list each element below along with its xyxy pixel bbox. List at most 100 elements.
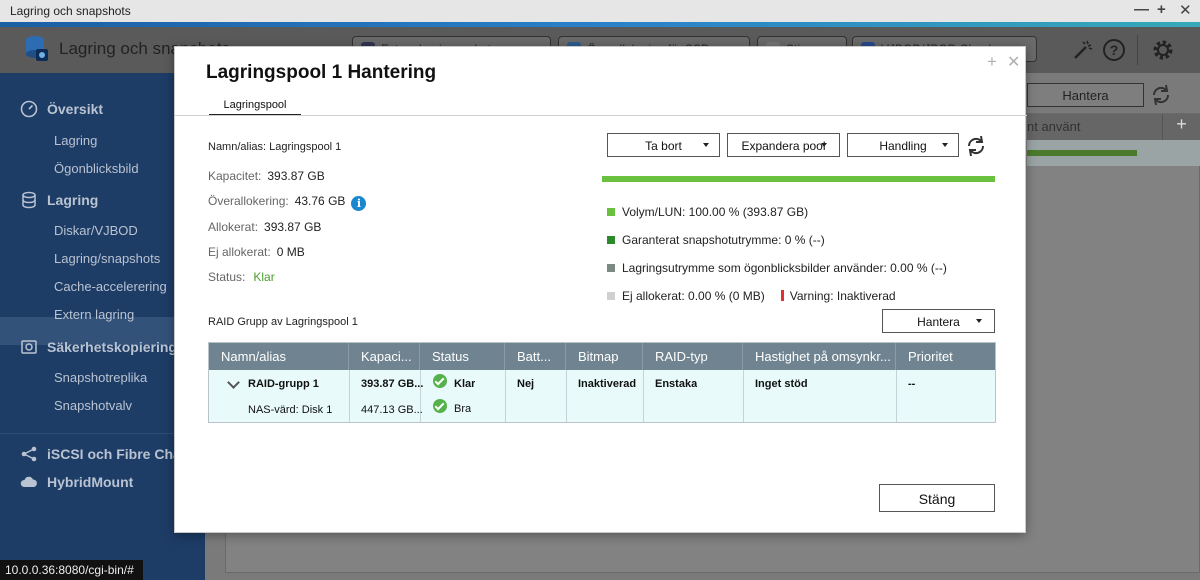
status-url: 10.0.0.36:8080/cgi-bin/#	[0, 560, 143, 580]
raid-group-capacity: 393.87 GB...	[361, 378, 424, 390]
column-name[interactable]: Namn/alias	[209, 343, 349, 370]
tab-divider	[175, 115, 1027, 116]
sidebar-item-cache[interactable]: Cache-accelerering	[54, 279, 167, 294]
dialog-close-icon[interactable]: ✕	[1007, 52, 1020, 72]
refresh-icon-background[interactable]	[1150, 82, 1172, 108]
raid-group-battery: Nej	[517, 378, 535, 390]
add-column-button[interactable]: +	[1162, 114, 1200, 140]
raid-group-status: Klar	[454, 378, 476, 390]
legend-unallocated: Ej allokerat: 0.00 % (0 MB) Varning: Inak…	[607, 289, 896, 303]
minimize-icon[interactable]: —	[1134, 1, 1149, 18]
disk-capacity: 447.13 GB...	[361, 404, 423, 416]
usage-bar	[1027, 150, 1137, 156]
backup-icon	[21, 340, 37, 354]
sidebar-section-storage[interactable]: Lagring	[20, 191, 98, 209]
wand-icon[interactable]	[1070, 37, 1096, 63]
legend-guaranteed-snapshot: Garanterat snapshotutrymme: 0 % (--)	[607, 233, 825, 247]
dialog-maximize-icon[interactable]: +	[987, 52, 997, 72]
pool-name-alias: Namn/alias: Lagringspool 1	[208, 141, 342, 153]
sidebar-item-snapshot-replica[interactable]: Snapshotreplika	[54, 370, 147, 385]
column-separator	[896, 370, 897, 422]
column-separator	[349, 370, 350, 422]
field-overallocation: Överallokering: 43.76 GB i	[208, 194, 367, 211]
raid-manage-dropdown[interactable]: Hantera	[882, 309, 995, 333]
disk-name[interactable]: NAS-värd: Disk 1	[248, 404, 332, 416]
manage-button-background[interactable]: Hantera	[1027, 83, 1144, 107]
raid-group-name[interactable]: RAID-grupp 1	[248, 378, 319, 390]
column-separator	[505, 370, 506, 422]
warning-marker	[780, 290, 784, 301]
action-dropdown[interactable]: Handling	[847, 133, 959, 157]
field-unallocated: Ej allokerat: 0 MB	[208, 245, 305, 259]
legend-swatch	[607, 208, 615, 216]
disk-status: Bra	[454, 403, 472, 415]
window-titlebar: Lagring och snapshots — + ✕	[0, 0, 1200, 22]
legend-swatch	[607, 236, 615, 244]
column-priority[interactable]: Prioritet	[896, 343, 995, 370]
column-bitmap[interactable]: Bitmap	[566, 343, 643, 370]
share-icon	[21, 446, 37, 462]
close-window-icon[interactable]: ✕	[1179, 1, 1192, 19]
sidebar-section-hybridmount[interactable]: HybridMount	[20, 473, 133, 491]
column-resync-speed[interactable]: Hastighet på omsynkr...	[743, 343, 896, 370]
legend-snapshot-usage: Lagringsutrymme som ögonblicksbilder anv…	[607, 261, 947, 275]
expand-pool-dropdown[interactable]: Expandera pool	[727, 133, 840, 157]
sidebar-item-disks[interactable]: Diskar/VJBOD	[54, 223, 138, 238]
sidebar-item-storage[interactable]: Lagring	[54, 133, 97, 148]
caret-down-icon	[976, 319, 982, 323]
column-separator	[566, 370, 567, 422]
close-button[interactable]: Stäng	[879, 484, 995, 512]
legend-swatch	[607, 264, 615, 272]
pool-management-dialog: Lagringspool 1 Hantering + ✕ Lagringspoo…	[174, 46, 1027, 533]
raid-group-bitmap: Inaktiverad	[578, 378, 637, 390]
raid-group-priority: --	[908, 378, 916, 390]
maximize-icon[interactable]: +	[1157, 1, 1166, 18]
tab-storage-pool[interactable]: Lagringspool	[209, 99, 301, 116]
raid-group-label: RAID Grupp av Lagringspool 1	[208, 316, 358, 328]
help-icon[interactable]: ?	[1101, 37, 1127, 63]
raid-group-type: Enstaka	[655, 378, 698, 390]
database-icon	[22, 191, 36, 209]
column-separator	[743, 370, 744, 422]
legend-volume: Volym/LUN: 100.00 % (393.87 GB)	[607, 205, 808, 219]
info-icon[interactable]: i	[351, 196, 367, 211]
field-allocated: Allokerat: 393.87 GB	[208, 220, 322, 234]
raid-group-resync-speed: Inget stöd	[755, 378, 808, 390]
column-separator	[643, 370, 644, 422]
field-status: Status: Klar	[208, 270, 275, 284]
warning-text: Varning: Inaktiverad	[789, 289, 896, 303]
caret-down-icon	[703, 143, 709, 147]
column-raid-type[interactable]: RAID-typ	[643, 343, 743, 370]
caret-down-icon	[942, 143, 948, 147]
storage-app-icon	[26, 36, 48, 61]
raid-group-table: Namn/alias Kapaci... Status Batt... Bitm…	[208, 342, 996, 423]
gear-icon[interactable]	[1150, 37, 1176, 63]
column-battery[interactable]: Batt...	[505, 343, 566, 370]
capacity-bar	[602, 176, 995, 182]
field-capacity: Kapacitet: 393.87 GB	[208, 169, 325, 183]
remove-dropdown[interactable]: Ta bort	[607, 133, 720, 157]
legend-swatch	[607, 292, 615, 300]
dialog-title: Lagringspool 1 Hantering	[206, 62, 437, 83]
sidebar-item-snapshot-vault[interactable]: Snapshotvalv	[54, 398, 132, 413]
check-circle-icon	[433, 374, 447, 388]
svg-text:?: ?	[1110, 42, 1119, 58]
sidebar-section-overview[interactable]: Översikt	[20, 100, 103, 118]
sidebar-item-storage-snapshots[interactable]: Lagring/snapshots	[54, 251, 160, 266]
sidebar-item-snapshot[interactable]: Ögonblicksbild	[54, 161, 139, 176]
refresh-icon[interactable]	[965, 134, 987, 158]
caret-down-icon	[821, 143, 827, 147]
background-table-header: nt använt +	[1027, 114, 1200, 140]
window-title: Lagring och snapshots	[10, 4, 131, 18]
status-badge: Klar	[253, 270, 275, 284]
sidebar-item-external-storage[interactable]: Extern lagring	[54, 307, 134, 322]
speedometer-icon	[20, 100, 38, 118]
column-used: nt använt	[1027, 119, 1081, 134]
background-table-row[interactable]	[1027, 140, 1200, 166]
cloud-icon	[20, 476, 37, 487]
column-status[interactable]: Status	[420, 343, 505, 370]
check-circle-icon	[433, 399, 447, 413]
column-capacity[interactable]: Kapaci...	[349, 343, 420, 370]
header-divider	[1137, 35, 1138, 65]
chevron-down-icon[interactable]	[227, 376, 240, 389]
